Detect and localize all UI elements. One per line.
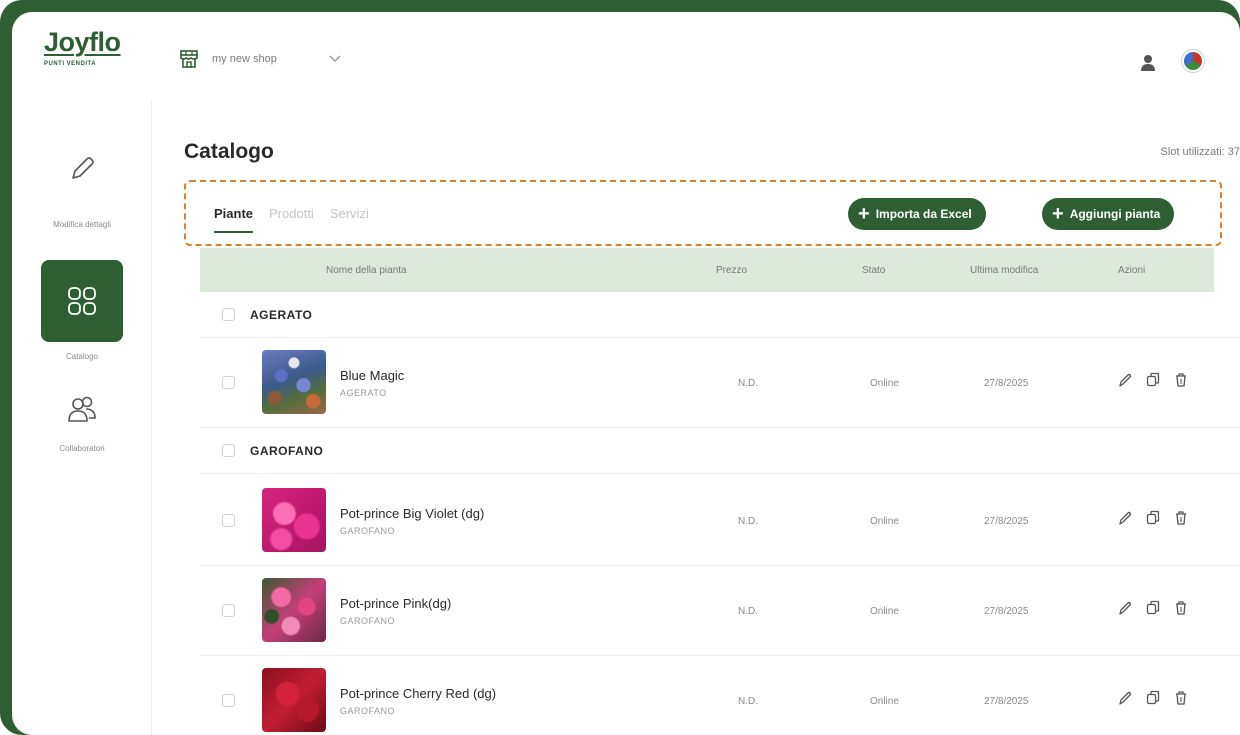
import-excel-label: Importa da Excel [875, 207, 972, 221]
plant-price: N.D. [738, 696, 758, 707]
column-header-price[interactable]: Prezzo [716, 265, 747, 276]
plant-thumbnail [262, 350, 326, 414]
row-actions [1118, 600, 1188, 616]
edit-icon[interactable] [1118, 510, 1132, 526]
logo-wordmark: Joyflo [44, 27, 121, 57]
plant-status: Online [870, 378, 899, 389]
sidebar-button[interactable] [41, 390, 123, 430]
pencil-icon [72, 157, 94, 179]
user-icon[interactable] [1140, 54, 1156, 72]
duplicate-icon[interactable] [1146, 690, 1160, 706]
sidebar-button-active[interactable] [41, 260, 123, 342]
table-row[interactable]: Pot-prince Cherry Red (dg) GAROFANO N.D.… [200, 656, 1240, 735]
column-header-status[interactable]: Stato [862, 265, 885, 276]
main-content: Catalogo Slot utilizzati: 37 Piante Prod… [152, 100, 1240, 735]
row-checkbox[interactable] [222, 694, 235, 707]
edit-icon[interactable] [1118, 690, 1132, 706]
plus-icon: + [858, 203, 870, 225]
sidebar-item-label: Collaboratori [59, 444, 105, 453]
duplicate-icon[interactable] [1146, 510, 1160, 526]
sidebar: Modifica dettagli Catalogo Collaboratori [12, 100, 152, 735]
tab-prodotti[interactable]: Prodotti [269, 206, 314, 233]
import-excel-button[interactable]: + Importa da Excel [848, 198, 986, 230]
plant-modified: 27/8/2025 [984, 516, 1029, 527]
plant-price: N.D. [738, 378, 758, 389]
duplicate-icon[interactable] [1146, 372, 1160, 388]
edit-icon[interactable] [1118, 600, 1132, 616]
group-row: GAROFANO [200, 428, 1240, 474]
plant-name[interactable]: Blue Magic [340, 368, 404, 383]
row-checkbox[interactable] [222, 376, 235, 389]
avatar[interactable] [1182, 50, 1204, 72]
store-icon [180, 50, 198, 68]
top-bar: Joyflo PUNTI VENDITA my new shop [12, 12, 1240, 100]
plant-category: AGERATO [340, 388, 387, 398]
column-header-actions: Azioni [1118, 264, 1146, 276]
plant-name[interactable]: Pot-prince Cherry Red (dg) [340, 686, 496, 701]
sidebar-item-label: Modifica dettagli [53, 220, 111, 229]
grid-icon [68, 287, 96, 315]
sidebar-item-collaboratori[interactable]: Collaboratori [12, 390, 152, 454]
tab-servizi[interactable]: Servizi [330, 206, 369, 233]
plant-thumbnail [262, 668, 326, 732]
duplicate-icon[interactable] [1146, 600, 1160, 616]
group-label: AGERATO [250, 307, 313, 322]
group-checkbox[interactable] [222, 444, 235, 457]
plant-name[interactable]: Pot-prince Big Violet (dg) [340, 506, 484, 521]
row-actions [1118, 510, 1188, 526]
plant-thumbnail [262, 578, 326, 642]
column-header-modified[interactable]: Ultima modifica [970, 265, 1038, 276]
row-actions [1118, 690, 1188, 706]
table-row[interactable]: Blue Magic AGERATO N.D. Online 27/8/2025 [200, 338, 1240, 428]
page-title: Catalogo [184, 140, 274, 163]
plant-thumbnail [262, 488, 326, 552]
plant-price: N.D. [738, 606, 758, 617]
sidebar-item-label: Catalogo [65, 352, 99, 361]
slots-used-counter: Slot utilizzati: 37 [1160, 146, 1240, 158]
group-checkbox[interactable] [222, 308, 235, 321]
table-row[interactable]: Pot-prince Big Violet (dg) GAROFANO N.D.… [200, 476, 1240, 566]
toolbar-highlight: Piante Prodotti Servizi + Importa da Exc… [184, 180, 1222, 246]
group-row: AGERATO [200, 292, 1240, 338]
plant-modified: 27/8/2025 [984, 606, 1029, 617]
edit-icon[interactable] [1118, 372, 1132, 388]
shop-name: my new shop [212, 53, 277, 65]
app-window: Joyflo PUNTI VENDITA my new shop Modific… [12, 12, 1240, 735]
logo-subtitle: PUNTI VENDITA [44, 61, 97, 67]
plant-category: GAROFANO [340, 616, 396, 626]
sidebar-item-modifica-dettagli[interactable]: Modifica dettagli [12, 128, 152, 230]
plant-modified: 27/8/2025 [984, 696, 1029, 707]
logo[interactable]: Joyflo PUNTI VENDITA [44, 28, 134, 67]
group-label: GAROFANO [250, 443, 324, 458]
plant-status: Online [870, 516, 899, 527]
plant-category: GAROFANO [340, 526, 396, 536]
sidebar-item-catalogo[interactable]: Catalogo [12, 260, 152, 362]
table-row[interactable]: Pot-prince Pink(dg) GAROFANO N.D. Online… [200, 566, 1240, 656]
trash-icon[interactable] [1174, 510, 1188, 526]
trash-icon[interactable] [1174, 690, 1188, 706]
add-plant-button[interactable]: + Aggiungi pianta [1042, 198, 1175, 230]
trash-icon[interactable] [1174, 600, 1188, 616]
chevron-down-icon[interactable] [329, 55, 341, 63]
plant-name[interactable]: Pot-prince Pink(dg) [340, 596, 451, 611]
tab-bar: Piante Prodotti Servizi [214, 206, 369, 233]
plus-icon: + [1052, 203, 1064, 225]
row-checkbox[interactable] [222, 604, 235, 617]
users-icon [68, 396, 96, 422]
row-checkbox[interactable] [222, 514, 235, 527]
plant-category: GAROFANO [340, 706, 396, 716]
add-plant-label: Aggiungi pianta [1069, 207, 1161, 221]
row-actions [1118, 372, 1188, 388]
tab-piante[interactable]: Piante [214, 206, 254, 233]
plant-status: Online [870, 606, 899, 617]
plant-price: N.D. [738, 516, 758, 527]
plant-status: Online [870, 696, 899, 707]
shop-selector[interactable]: my new shop [178, 44, 341, 74]
sidebar-button[interactable] [41, 128, 123, 210]
table-header: Nome della pianta Prezzo Stato Ultima mo… [200, 248, 1214, 292]
column-header-name[interactable]: Nome della pianta [326, 265, 407, 276]
trash-icon[interactable] [1174, 372, 1188, 388]
plant-modified: 27/8/2025 [984, 378, 1029, 389]
